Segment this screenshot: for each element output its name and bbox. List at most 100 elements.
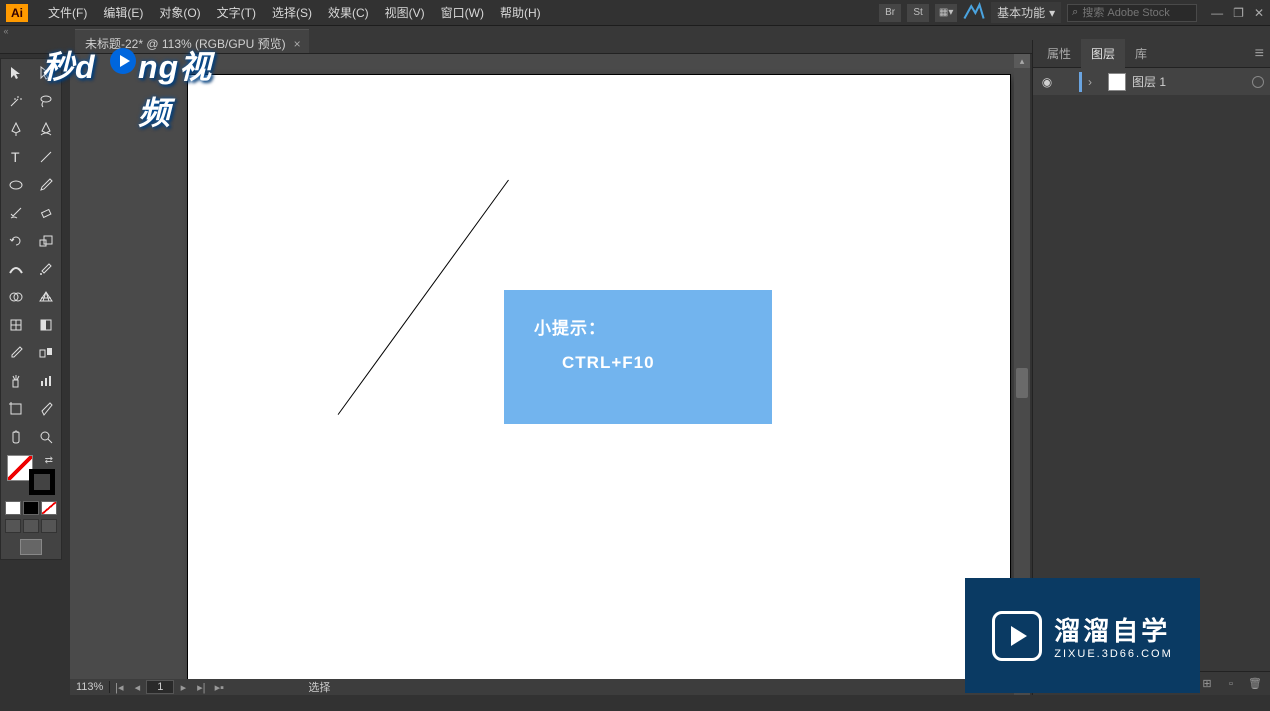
type-tool[interactable]: T <box>1 143 31 171</box>
pen-tool[interactable] <box>1 115 31 143</box>
color-black[interactable] <box>23 501 39 515</box>
tooltip-overlay: 小提示： CTRL+F10 <box>504 290 772 424</box>
gradient-tool[interactable] <box>31 311 61 339</box>
close-button[interactable]: ✕ <box>1254 6 1264 20</box>
menu-object[interactable]: 对象(O) <box>151 4 208 21</box>
free-transform-tool[interactable] <box>31 255 61 283</box>
menu-window[interactable]: 窗口(W) <box>433 4 492 21</box>
tab-libraries[interactable]: 库 <box>1125 39 1157 68</box>
curvature-tool[interactable] <box>31 115 61 143</box>
tab-layers[interactable]: 图层 <box>1081 39 1125 68</box>
scale-tool[interactable] <box>31 227 61 255</box>
menu-type[interactable]: 文字(T) <box>209 4 264 21</box>
color-none[interactable] <box>41 501 57 515</box>
menu-view[interactable]: 视图(V) <box>377 4 433 21</box>
artboard-number-input[interactable] <box>146 680 174 694</box>
layer-color-strip <box>1079 72 1082 92</box>
draw-normal[interactable] <box>5 519 21 533</box>
draw-behind[interactable] <box>23 519 39 533</box>
ellipse-tool[interactable] <box>1 171 31 199</box>
drawn-line[interactable] <box>338 180 509 415</box>
stock-icon[interactable]: St <box>907 4 929 22</box>
expand-icon[interactable]: › <box>1088 75 1102 89</box>
svg-text:T: T <box>11 149 20 165</box>
stroke-swatch[interactable] <box>29 469 55 495</box>
brand-main-text: 溜溜自学 <box>1054 611 1172 648</box>
gpu-icon[interactable] <box>963 4 985 22</box>
draw-inside[interactable] <box>41 519 57 533</box>
bridge-icon[interactable]: Br <box>879 4 901 22</box>
column-graph-tool[interactable] <box>31 367 61 395</box>
next-artboard-icon[interactable]: ▸ <box>174 681 192 694</box>
hand-tool[interactable] <box>1 423 31 451</box>
eyedropper-tool[interactable] <box>1 339 31 367</box>
layers-panel-body: ◉ › 图层 1 <box>1033 68 1270 96</box>
app-icon: Ai <box>6 4 28 22</box>
artboard[interactable]: 小提示： CTRL+F10 <box>188 75 1010 679</box>
layer-name[interactable]: 图层 1 <box>1132 73 1166 90</box>
lasso-tool[interactable] <box>31 87 61 115</box>
menu-help[interactable]: 帮助(H) <box>492 4 549 21</box>
target-icon[interactable] <box>1252 76 1264 88</box>
chevron-down-icon: ▾ <box>1049 6 1055 20</box>
eraser-tool[interactable] <box>31 199 61 227</box>
layer-row[interactable]: ◉ › 图层 1 <box>1033 68 1270 96</box>
workspace-switcher[interactable]: 基本功能 ▾ <box>991 2 1061 23</box>
screen-mode-button[interactable] <box>20 539 42 555</box>
draw-mode-row <box>1 517 61 535</box>
status-text: 选择 <box>228 679 996 695</box>
new-layer-icon[interactable]: ▫ <box>1222 676 1240 692</box>
visibility-icon[interactable]: ◉ <box>1039 75 1055 89</box>
line-tool[interactable] <box>31 143 61 171</box>
collapse-toggle[interactable]: « <box>0 26 12 40</box>
slice-tool[interactable] <box>31 395 61 423</box>
last-artboard-icon[interactable]: ▸| <box>192 681 210 694</box>
tab-properties[interactable]: 属性 <box>1037 39 1081 68</box>
scroll-up-icon[interactable]: ▴ <box>1014 54 1030 68</box>
brand-overlay: 溜溜自学 ZIXUE.3D66.COM <box>965 578 1200 693</box>
mesh-tool[interactable] <box>1 311 31 339</box>
minimize-button[interactable]: — <box>1211 6 1223 20</box>
blend-tool[interactable] <box>31 339 61 367</box>
menu-effect[interactable]: 效果(C) <box>320 4 377 21</box>
menu-edit[interactable]: 编辑(E) <box>95 4 151 21</box>
workspace-label: 基本功能 <box>997 4 1045 21</box>
canvas-viewport[interactable]: 小提示： CTRL+F10 <box>70 54 1014 679</box>
tool-panel: T ⇄ <box>0 58 62 560</box>
symbol-sprayer-tool[interactable] <box>1 367 31 395</box>
new-sublayer-icon[interactable]: ⊞ <box>1198 676 1216 692</box>
brand-play-icon <box>992 611 1042 661</box>
panel-menu-icon[interactable]: ≡ <box>1249 45 1270 63</box>
screen-mode-row <box>1 535 61 559</box>
selection-tool[interactable] <box>1 59 31 87</box>
shape-builder-tool[interactable] <box>1 283 31 311</box>
first-artboard-icon[interactable]: |◂ <box>110 681 128 694</box>
delete-layer-icon[interactable]: 🗑 <box>1246 676 1264 692</box>
maximize-button[interactable]: ❐ <box>1233 6 1244 20</box>
direct-selection-tool[interactable] <box>31 59 61 87</box>
artboard-nav-icon[interactable]: ▸▪ <box>210 681 228 694</box>
color-mode-row <box>1 499 61 517</box>
rotate-tool[interactable] <box>1 227 31 255</box>
color-white[interactable] <box>5 501 21 515</box>
magic-wand-tool[interactable] <box>1 87 31 115</box>
arrange-icon[interactable]: ▦▾ <box>935 4 957 22</box>
zoom-tool[interactable] <box>31 423 61 451</box>
tab-close-icon[interactable]: × <box>294 37 301 51</box>
search-input[interactable] <box>1082 7 1192 19</box>
shaper-tool[interactable] <box>1 199 31 227</box>
width-tool[interactable] <box>1 255 31 283</box>
fill-stroke-indicator[interactable]: ⇄ <box>5 453 57 497</box>
menu-select[interactable]: 选择(S) <box>264 4 320 21</box>
scroll-thumb[interactable] <box>1016 368 1028 398</box>
swap-fill-stroke-icon[interactable]: ⇄ <box>45 455 53 466</box>
document-tab[interactable]: 未标题-22* @ 113% (RGB/GPU 预览) × <box>75 29 309 53</box>
prev-artboard-icon[interactable]: ◂ <box>128 681 146 694</box>
paintbrush-tool[interactable] <box>31 171 61 199</box>
search-stock[interactable]: ⌕ <box>1067 4 1197 22</box>
perspective-tool[interactable] <box>31 283 61 311</box>
zoom-level[interactable]: 113% <box>70 681 110 693</box>
artboard-tool[interactable] <box>1 395 31 423</box>
brand-sub-text: ZIXUE.3D66.COM <box>1054 648 1172 660</box>
menu-file[interactable]: 文件(F) <box>40 4 95 21</box>
